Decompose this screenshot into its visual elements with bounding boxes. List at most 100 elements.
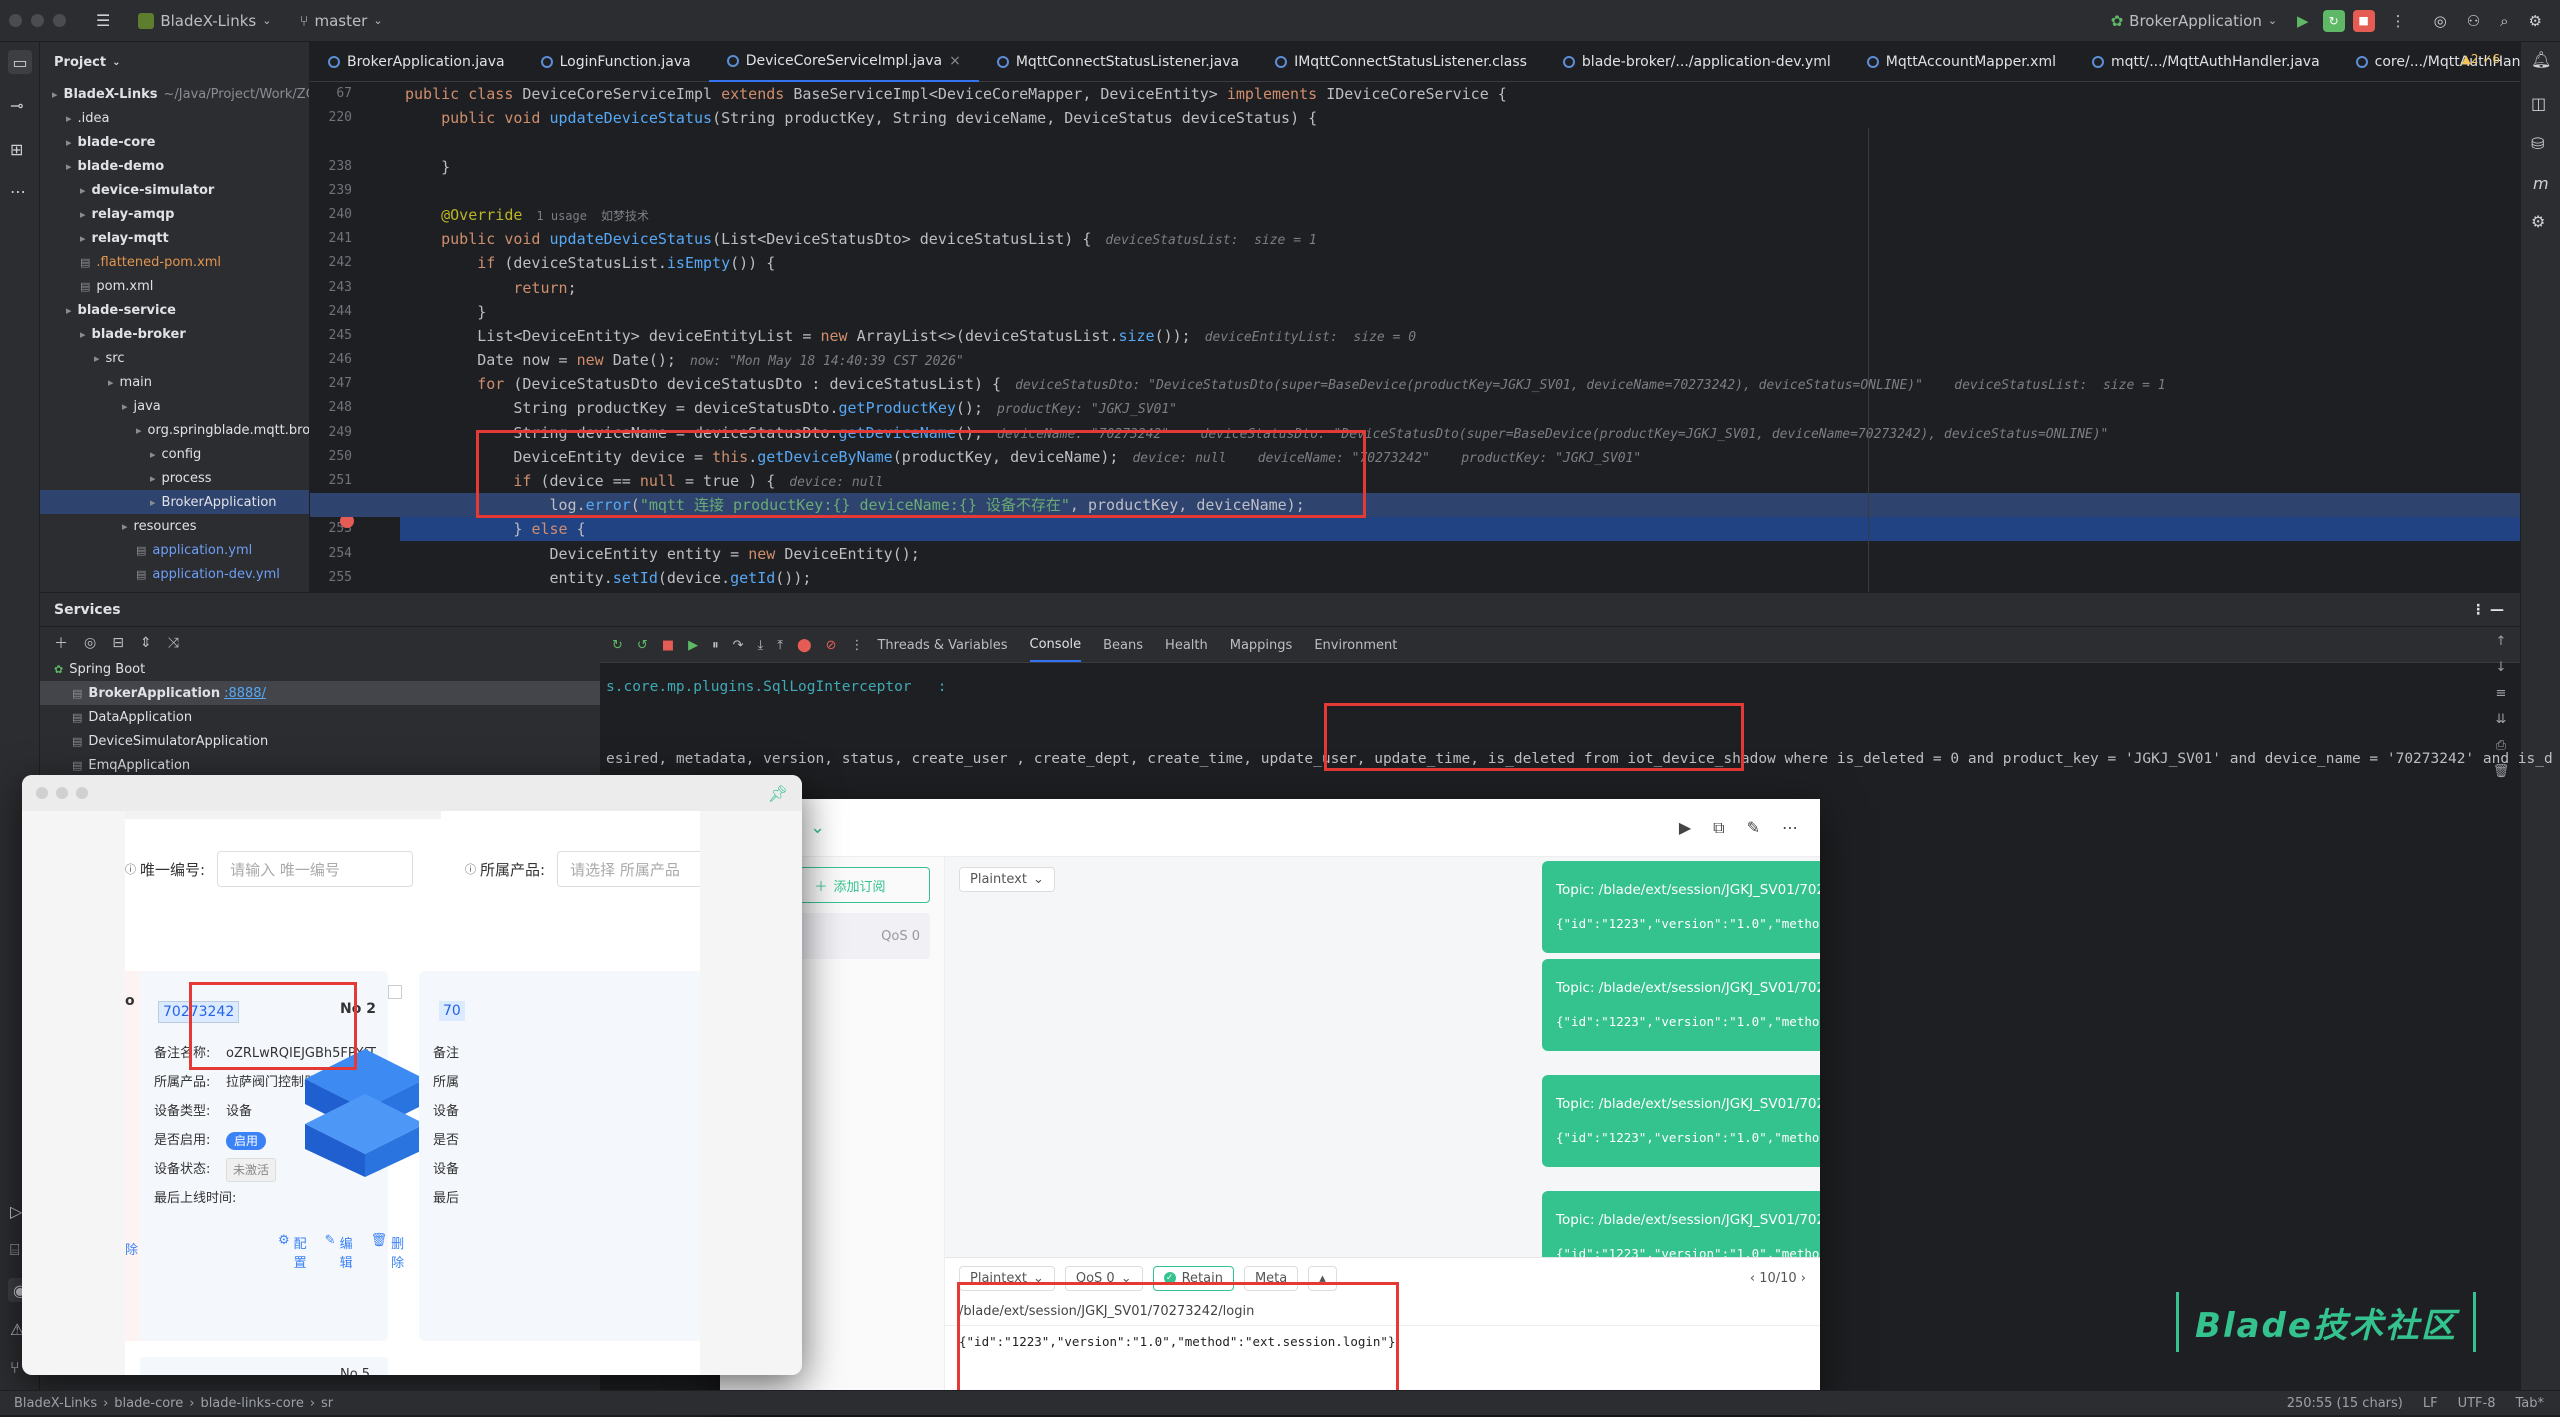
run-config-selector[interactable]: ✿ BrokerApplication ⌄ — [2111, 12, 2277, 30]
retain-toggle[interactable]: ✓ Retain — [1152, 1265, 1234, 1291]
more-icon[interactable]: ⋮ — [2391, 12, 2406, 30]
terminal-icon[interactable]: ⌸ — [10, 1240, 20, 1260]
publish-payload-input[interactable]: {"id":"1223","version":"1.0","method":"e… — [945, 1326, 1820, 1357]
service-item[interactable]: ▤ DataApplication — [40, 705, 600, 729]
editor-tab[interactable]: blade-broker/.../application-dev.yml — [1545, 42, 1849, 82]
collab-icon[interactable]: ⚇ — [2467, 12, 2480, 30]
mute-breakpoints-icon[interactable]: ⊘ — [826, 638, 837, 653]
editor-tab[interactable]: DeviceCoreServiceImpl.java × — [708, 42, 979, 82]
project-tree-item[interactable]: ▸ main — [40, 370, 309, 394]
scroll-up-icon[interactable]: ↑ — [2486, 629, 2516, 655]
message-bubble[interactable]: Topic: /blade/ext/session/JGKJ_SV01/7027… — [1542, 861, 1820, 953]
project-tree-item[interactable]: ▤ .flattened-pom.xml — [40, 250, 309, 274]
editor-tab[interactable]: MqttConnectStatusListener.java — [979, 42, 1257, 82]
project-tree-item[interactable]: ▤ pom.xml — [40, 274, 309, 298]
window-minimize-button[interactable] — [31, 14, 44, 27]
project-tree-item[interactable]: ▸ blade-service — [40, 298, 309, 322]
message-bubble[interactable]: Topic: /blade/ext/session/JGKJ_SV01/7027… — [1542, 959, 1820, 1051]
rerun-icon[interactable]: ▶ — [2297, 12, 2309, 30]
project-tree-item[interactable]: ▸ relay-mqtt — [40, 226, 309, 250]
project-tree-item[interactable]: ▸ BladeX-Links ~/Java/Project/Work/ZGLH/bl… — [40, 82, 309, 106]
endpoints-icon[interactable]: ⚙ — [2531, 212, 2545, 231]
window-zoom-button[interactable] — [53, 14, 66, 27]
print-icon[interactable]: ⎙ — [2486, 733, 2516, 759]
project-tree-item[interactable]: ▤ application-dev.yml — [40, 562, 309, 586]
card-action-2[interactable]: 🗑︎ 删除 — [371, 1233, 405, 1271]
project-tree-item[interactable]: ▸ relay-amqp — [40, 202, 309, 226]
card-action-1[interactable]: ✎ 编辑 — [325, 1233, 353, 1271]
more-icon[interactable]: ⋯ — [1782, 818, 1798, 838]
resume-icon[interactable]: ▶ — [688, 638, 698, 653]
ai-chat-icon[interactable]: ◫ — [2531, 94, 2546, 113]
services-options-icon[interactable]: ⋮ — — [2471, 602, 2504, 618]
debug-icon[interactable]: ↻ — [2322, 9, 2345, 32]
publish-qos-select[interactable]: QoS 0 ⌄ — [1064, 1265, 1143, 1291]
device-card-right[interactable]: 70 备注 所属 设备 是否 设备 最后 — [419, 971, 700, 1341]
device-card-next[interactable]: No 5 — [140, 1357, 388, 1375]
stop-icon[interactable]: ■ — [2352, 9, 2375, 32]
service-port-link[interactable]: :8888/ — [224, 686, 266, 701]
settings-icon[interactable]: ⚙ — [2529, 12, 2542, 30]
pager[interactable]: ‹ 10/10 › — [1750, 1271, 1806, 1286]
more-tools-icon[interactable]: ⋯ — [10, 182, 26, 201]
enable-switch[interactable]: 启用 — [226, 1131, 267, 1150]
view-breakpoints-icon[interactable]: ⬤ — [797, 638, 812, 653]
project-tree-item[interactable]: ▸ process — [40, 466, 309, 490]
add-service-icon[interactable]: ＋ — [54, 633, 68, 653]
breadcrumb-item[interactable]: blade-core — [114, 1396, 183, 1411]
card-left-delete[interactable]: 除 — [125, 1239, 138, 1258]
console-tab[interactable]: Threads & Variables — [877, 638, 1007, 653]
step-out-icon[interactable]: ⤒ — [777, 638, 783, 653]
editor-tab[interactable]: BrokerApplication.java — [310, 42, 523, 82]
service-item[interactable]: ✿ Spring Boot — [40, 657, 600, 681]
unique-id-input[interactable]: 请输入 唯一编号 — [217, 851, 414, 887]
clear-icon[interactable]: 🗑︎ — [2486, 759, 2516, 785]
card-checkbox[interactable] — [388, 985, 402, 999]
notifications-icon[interactable]: 🔔︎ — [2531, 50, 2551, 69]
file-encoding[interactable]: UTF-8 — [2458, 1396, 2496, 1411]
device-window-zoom[interactable] — [76, 787, 88, 799]
view-icon[interactable]: ◎ — [84, 635, 96, 651]
project-tree-item[interactable]: ▸ .idea — [40, 106, 309, 130]
collapse-icon[interactable]: ⤨ — [168, 635, 179, 651]
line-separator[interactable]: LF — [2423, 1396, 2438, 1411]
close-tab-icon[interactable]: × — [949, 53, 961, 69]
product-select[interactable]: 请选择 所属产品 — [557, 851, 700, 887]
stop-debug-icon[interactable]: ■ — [662, 638, 674, 653]
connect-icon[interactable]: ▶ — [1679, 818, 1691, 838]
editor-tab[interactable]: mqtt/.../MqttAuthHandler.java — [2074, 42, 2338, 82]
expand-up-button[interactable]: ▴ — [1308, 1265, 1337, 1291]
indent-setting[interactable]: Tab* — [2515, 1396, 2544, 1411]
run-tool-icon[interactable]: ▷ — [10, 1202, 22, 1221]
editor-tab[interactable]: LoginFunction.java — [523, 42, 709, 82]
new-window-icon[interactable]: ⧉ — [1713, 818, 1724, 838]
project-tree-item[interactable]: ▸ config — [40, 442, 309, 466]
device-window-minimize[interactable] — [56, 787, 68, 799]
project-panel-header[interactable]: Project ⌄ — [40, 42, 309, 82]
menu-icon[interactable]: ☰ — [96, 11, 110, 30]
restart-icon[interactable]: ↺ — [637, 638, 648, 653]
device-code[interactable]: 70273242 — [158, 1001, 240, 1023]
maven-icon[interactable]: m — [2533, 174, 2549, 193]
breadcrumb-item[interactable]: sr — [321, 1396, 333, 1411]
rerun-debug-icon[interactable]: ↻ — [612, 638, 623, 653]
scroll-end-icon[interactable]: ⇊ — [2486, 707, 2516, 733]
inspection-widget[interactable]: ▲2 ✓6 — [2462, 52, 2500, 66]
editor-tab[interactable]: MqttAccountMapper.xml — [1849, 42, 2074, 82]
edit-icon[interactable]: ✎ — [1747, 818, 1760, 838]
project-tree-item[interactable]: ▸ org.springblade.mqtt.brok — [40, 418, 309, 442]
more-debug-icon[interactable]: ⋮ — [850, 638, 863, 653]
project-tree-item[interactable]: ▸ BrokerApplication — [40, 490, 309, 514]
soft-wrap-icon[interactable]: ≡ — [2486, 681, 2516, 707]
project-tree-item[interactable]: ▸ blade-core — [40, 130, 309, 154]
project-tree-item[interactable]: ▸ blade-demo — [40, 154, 309, 178]
console-tab[interactable]: Console — [1029, 629, 1082, 662]
breadcrumb-item[interactable]: BladeX-Links — [14, 1396, 97, 1411]
search-icon[interactable]: ⌕ — [2500, 12, 2508, 30]
project-tree-item[interactable]: ▸ device-simulator — [40, 178, 309, 202]
console-tab[interactable]: Beans — [1103, 638, 1143, 653]
pause-icon[interactable]: ⏸ — [712, 638, 719, 653]
commit-icon[interactable]: ⊸ — [10, 96, 23, 115]
step-over-icon[interactable]: ↷ — [733, 638, 744, 653]
project-tree-item[interactable]: ▸ blade-broker — [40, 322, 309, 346]
